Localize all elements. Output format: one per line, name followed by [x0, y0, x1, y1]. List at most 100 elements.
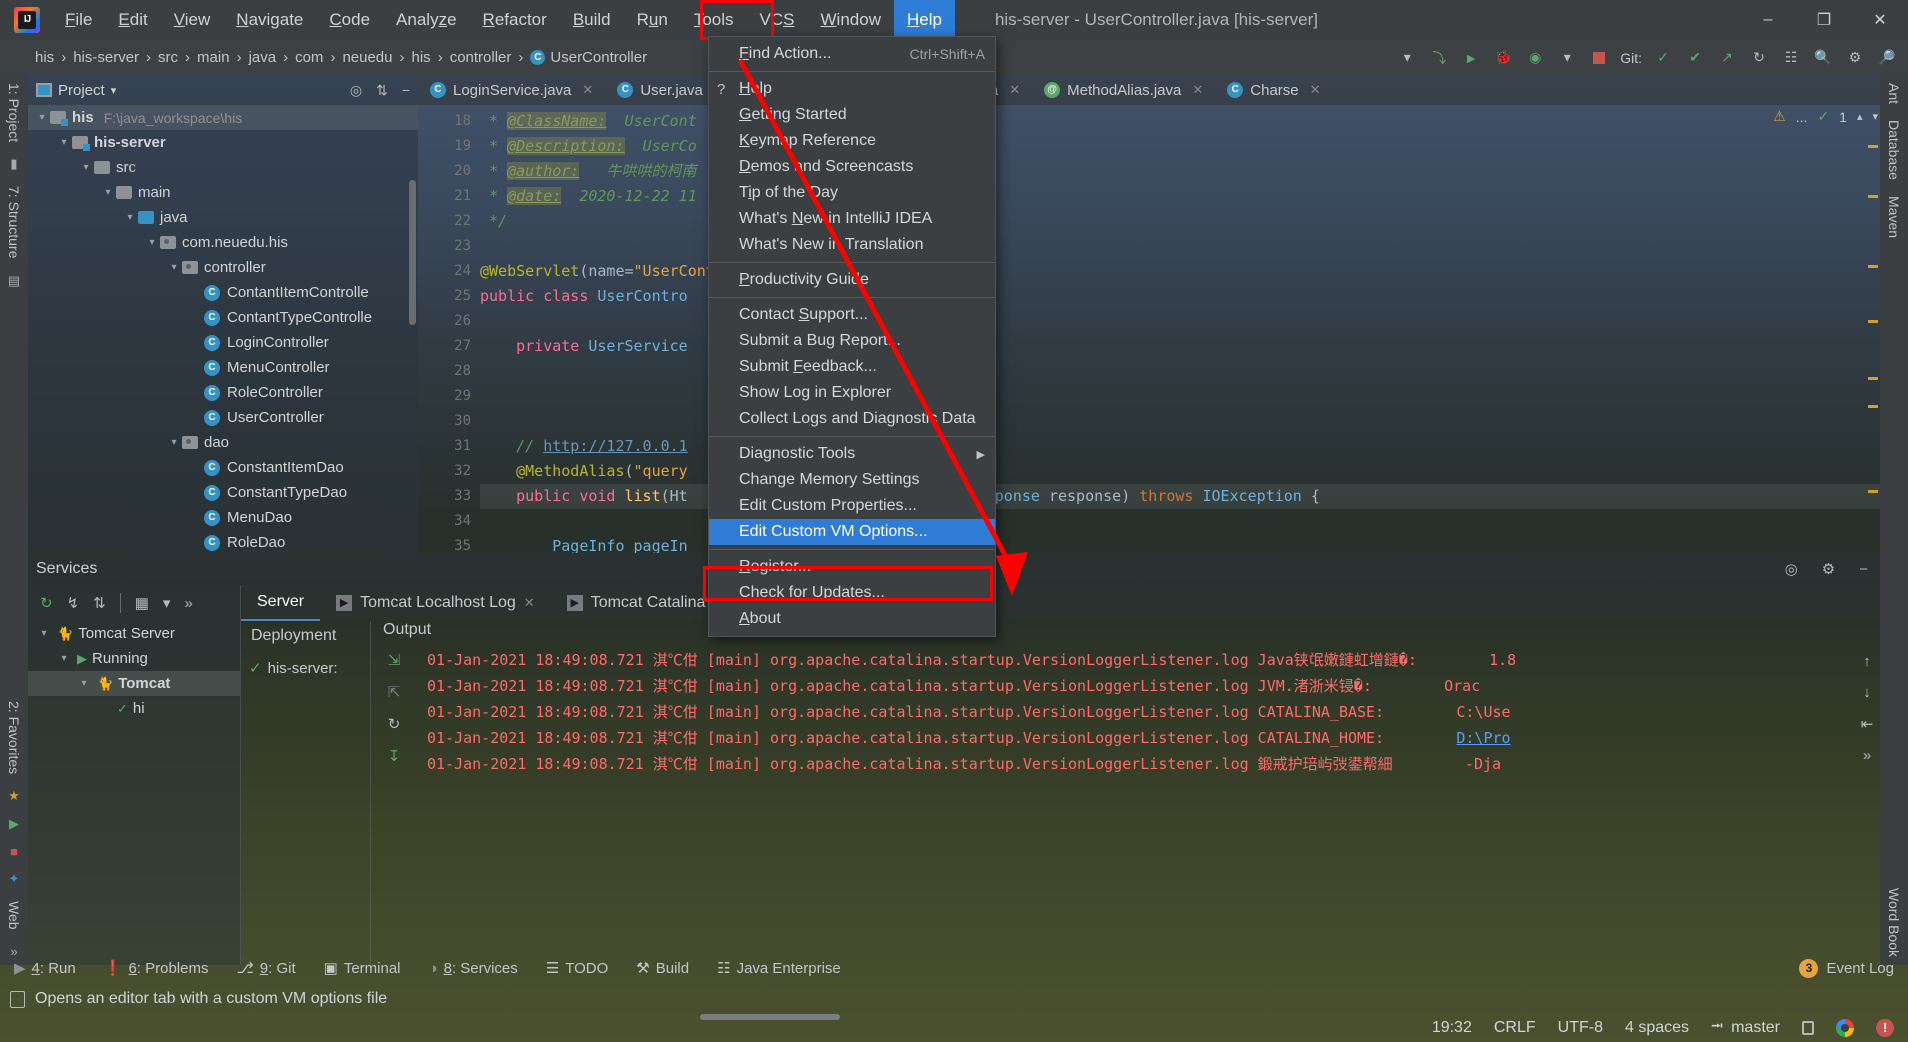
tree-node-ConstantItemDao[interactable]: ▾CConstantItemDao [28, 455, 418, 480]
code-line[interactable]: private UserService ce(); [480, 334, 1880, 359]
window-controls[interactable]: – ❐ ✕ [1740, 0, 1908, 40]
tree-node-controller[interactable]: ▾ controller [28, 255, 418, 280]
output-pane[interactable]: Output ⇲ ⇱ ↻ ↧ 01-Jan-2021 18:49:08.721 … [371, 621, 1880, 965]
breadcrumb-current-class[interactable]: C UserController [523, 49, 654, 66]
services-help-icon[interactable]: ◎ [1773, 560, 1810, 578]
menu-vcs[interactable]: VCS [747, 0, 808, 40]
code-line[interactable]: * @author: 牛哄哄的柯南 [480, 159, 1880, 184]
code-line[interactable]: */ [480, 209, 1880, 234]
code-line[interactable] [480, 409, 1880, 434]
scroll-from-source-icon[interactable]: ◎ [350, 82, 362, 99]
services-tree-node-Tomcat[interactable]: ▾ 🐈 Tomcat [28, 671, 240, 696]
git-push-icon[interactable]: ↗ [1716, 47, 1738, 69]
editor-code-area[interactable]: * @ClassName: UserCont * @Description: U… [480, 109, 1880, 553]
rerun-failed-icon[interactable]: ⇱ [388, 683, 401, 701]
editor-tab-MethodAlias-java[interactable]: @ MethodAlias.java ✕ [1032, 75, 1215, 105]
services-hide-icon[interactable]: − [1847, 561, 1880, 578]
menu-item-collect-logs-and-diagnostic-data[interactable]: Collect Logs and Diagnostic Data [709, 406, 995, 432]
tree-node-MenuController[interactable]: ▾CMenuController [28, 355, 418, 380]
chevron-down-icon[interactable]: ▾ [56, 653, 72, 664]
close-icon[interactable]: ✕ [1192, 82, 1203, 98]
tree-node-dao[interactable]: ▾ dao [28, 430, 418, 455]
menu-bar[interactable]: File Edit View Navigate Code Analyze Refactor B… [52, 0, 955, 40]
breadcrumb[interactable]: his › his-server › src › main › java › com › neuedu ›… [28, 49, 654, 66]
tree-node-RoleController[interactable]: ▾CRoleController [28, 380, 418, 405]
console-output[interactable]: 01-Jan-2021 18:49:08.721 淇℃佄 [main] org.… [417, 647, 1880, 965]
code-line[interactable]: @WebServlet(name="UserCont ser") [480, 259, 1880, 284]
bottom-strip-9-git[interactable]: ⎇ 9: Git [222, 959, 309, 978]
minimize-button[interactable]: – [1740, 0, 1796, 40]
git-history-icon[interactable]: ↻ [1748, 47, 1770, 69]
code-line[interactable]: // http://127.0.0.1 带身份信息 [480, 434, 1880, 459]
more-icon[interactable]: » [1863, 747, 1871, 764]
debug-icon[interactable]: 🐞 [1492, 47, 1514, 69]
tree-node-ContantItemControlle[interactable]: ▾CContantItemControlle [28, 280, 418, 305]
tree-node-RoleDao[interactable]: ▾CRoleDao [28, 530, 418, 553]
menu-edit[interactable]: Edit [105, 0, 160, 40]
tree-node-com-neuedu-his[interactable]: ▾ com.neuedu.his [28, 230, 418, 255]
project-scrollbar[interactable] [409, 180, 416, 325]
services-left-pane[interactable]: ↻ ↯ ⇅ ▦ ▾ » ▾ 🐈 Tomcat Server ▾ ▶ Running ▾ 🐈 To… [28, 585, 241, 965]
sidebar-item-web[interactable]: Web [6, 893, 22, 938]
tree-node-ConstantTypeDao[interactable]: ▾CConstantTypeDao [28, 480, 418, 505]
sidebar-item-ant[interactable]: Ant [1886, 75, 1902, 112]
caret-position[interactable]: 19:32 [1432, 1019, 1472, 1037]
bottom-strip-build[interactable]: ⚒ Build [622, 959, 703, 978]
soft-wrap-icon[interactable]: ⇤ [1861, 715, 1874, 733]
search-icon[interactable]: 🔎 [1876, 47, 1898, 69]
rerun-icon[interactable]: ↻ [40, 594, 53, 612]
restart-icon[interactable]: ↻ [388, 715, 401, 733]
menu-item-what-s-new-in-intellij-idea[interactable]: What's New in IntelliJ IDEA [709, 206, 995, 232]
right-tool-window-strip[interactable]: Ant Database Maven Word Book [1880, 75, 1908, 965]
bottom-strip-8-services[interactable]: ◑ 8: Services [415, 960, 532, 977]
scroll-up-icon[interactable]: ↑ [1863, 653, 1871, 670]
line-separator[interactable]: CRLF [1494, 1019, 1536, 1037]
menu-item-edit-custom-vm-options[interactable]: Edit Custom VM Options... [709, 519, 995, 545]
breadcrumb-item-com[interactable]: com [288, 49, 330, 66]
code-line[interactable] [480, 384, 1880, 409]
code-line[interactable] [480, 359, 1880, 384]
chevron-down-icon[interactable]: ▾ [100, 187, 116, 198]
close-button[interactable]: ✕ [1852, 0, 1908, 40]
indent-setting[interactable]: 4 spaces [1625, 1019, 1689, 1037]
services-tree-node-hi[interactable]: ▾✓hi [28, 696, 240, 721]
close-icon[interactable]: ✕ [1310, 82, 1321, 98]
chevron-down-icon[interactable]: ▾ [144, 237, 160, 248]
code-line[interactable]: public class UserContro [480, 284, 1880, 309]
breadcrumb-item-controller[interactable]: controller [443, 49, 519, 66]
breadcrumb-item-his[interactable]: his [405, 49, 438, 66]
scroll-down-icon[interactable]: ↓ [1863, 684, 1871, 701]
menu-tools[interactable]: Tools [681, 0, 747, 40]
services-toolbar[interactable]: ↻ ↯ ⇅ ▦ ▾ » [28, 585, 240, 621]
menu-item-what-s-new-in-translation[interactable]: What's New in Translation [709, 232, 995, 258]
menu-item-submit-a-bug-report[interactable]: Submit a Bug Report... [709, 328, 995, 354]
file-encoding[interactable]: UTF-8 [1558, 1019, 1603, 1037]
sidebar-item-structure[interactable]: 7: Structure [6, 178, 22, 266]
chevron-down-icon[interactable]: ▾ [111, 84, 117, 97]
menu-item-diagnostic-tools[interactable]: Diagnostic Tools ▶ [709, 441, 995, 467]
code-line[interactable]: * @ClassName: UserCont [480, 109, 1880, 134]
expand-all-icon[interactable]: ↯ [67, 594, 80, 612]
menu-navigate[interactable]: Navigate [223, 0, 316, 40]
services-settings-icon[interactable]: ⚙ [1810, 560, 1847, 578]
chevron-down-icon[interactable]: ▾ [76, 678, 92, 689]
menu-item-contact-support[interactable]: Contact Support... [709, 302, 995, 328]
bottom-strip-6-problems[interactable]: ❗ 6: Problems [90, 959, 223, 978]
tree-node-src[interactable]: ▾ src [28, 155, 418, 180]
profile-icon[interactable]: ▾ [1556, 47, 1578, 69]
lock-icon[interactable] [1802, 1021, 1814, 1035]
editor-gutter[interactable]: 18 19 20 21 22 23 24 25 26 27 28 29 30 31 32 33 34 35 [418, 105, 480, 553]
code-line[interactable]: @MethodAlias("query [480, 459, 1880, 484]
chevron-up-icon[interactable]: ▴ [1857, 110, 1863, 123]
console-line-link[interactable]: D:\Pro [1456, 729, 1510, 747]
collapse-all-icon[interactable]: ⇅ [93, 594, 106, 612]
hide-panel-icon[interactable]: − [402, 82, 410, 98]
services-tree-node-Tomcat-Server[interactable]: ▾ 🐈 Tomcat Server [28, 621, 240, 646]
filter-icon[interactable]: ▾ [163, 594, 171, 612]
project-tool-window[interactable]: Project ▾ ◎ ⇅ − ▾ his F:\java_workspace\hi… [28, 75, 418, 553]
build-icon[interactable]: ⤵ [1428, 47, 1450, 69]
breadcrumb-item-his-server[interactable]: his-server [66, 49, 146, 66]
menu-item-edit-custom-properties[interactable]: Edit Custom Properties... [709, 493, 995, 519]
code-line[interactable]: * @Description: UserCo [480, 134, 1880, 159]
deployment-pane[interactable]: Deployment ✓ his-server: [241, 621, 371, 965]
